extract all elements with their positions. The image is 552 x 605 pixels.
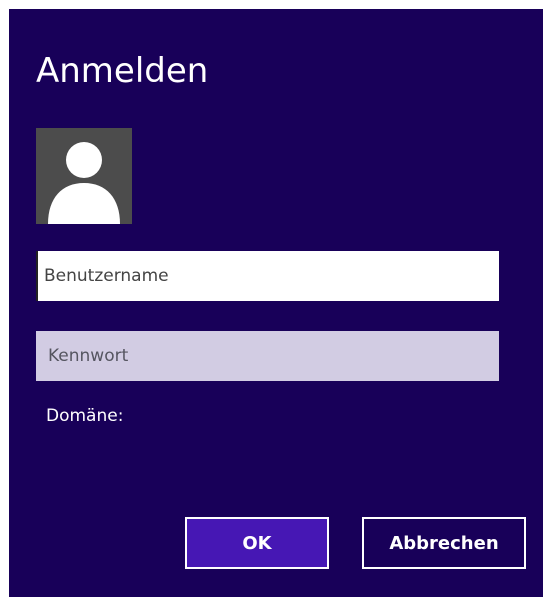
ok-button[interactable]: OK: [185, 517, 329, 569]
username-input[interactable]: [36, 251, 499, 301]
password-input[interactable]: [36, 331, 499, 381]
user-avatar: [36, 128, 132, 224]
login-dialog: Anmelden Domäne: OK Abbrechen: [9, 9, 543, 597]
dialog-title: Anmelden: [36, 51, 209, 91]
domain-label: Domäne:: [46, 406, 124, 426]
cancel-button[interactable]: Abbrechen: [362, 517, 526, 569]
user-silhouette-icon: [48, 142, 120, 224]
